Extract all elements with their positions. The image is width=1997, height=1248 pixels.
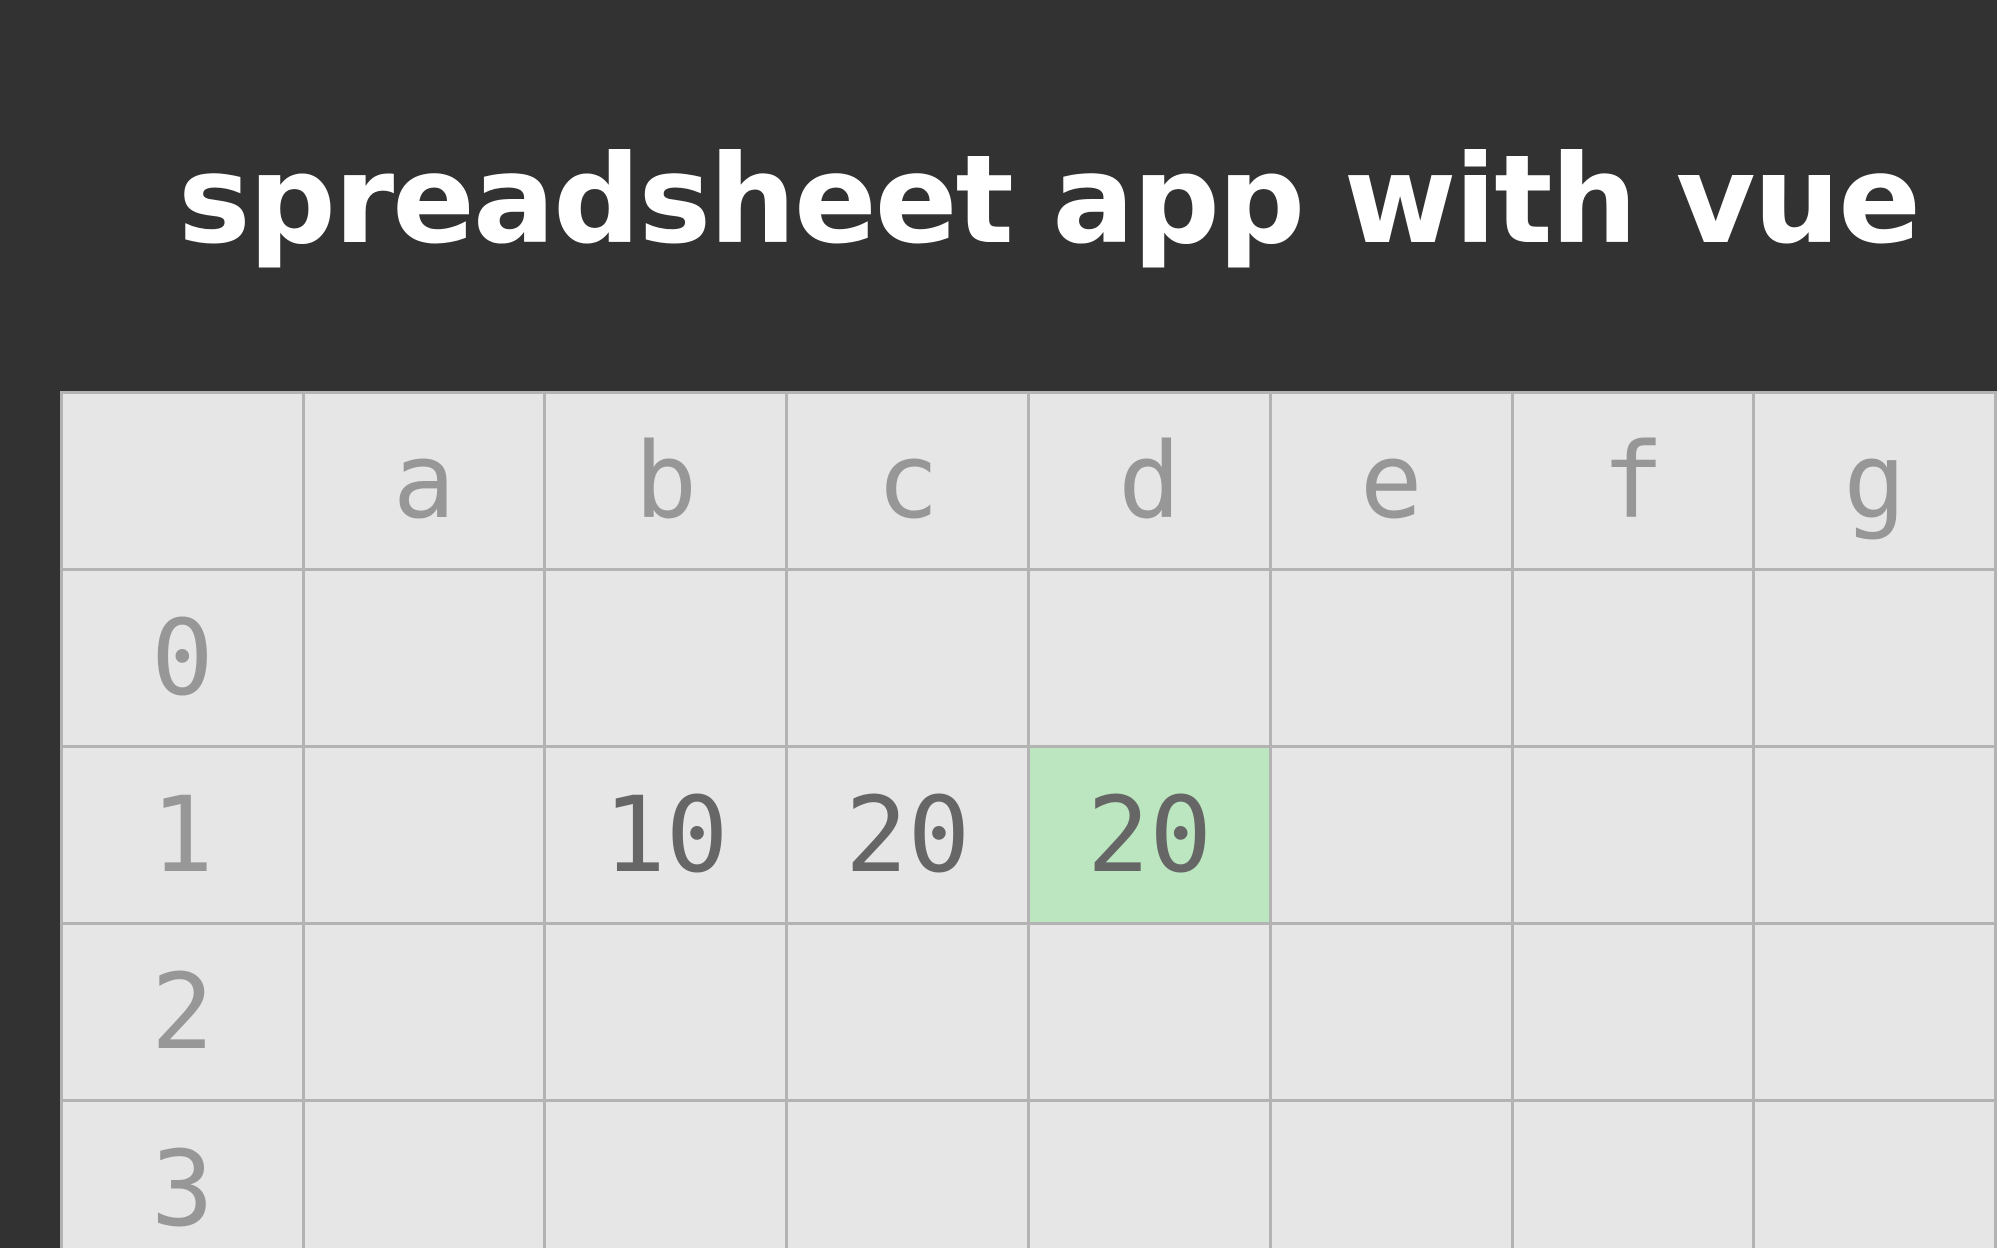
cell-a3[interactable] [301, 1099, 547, 1248]
cell-c0[interactable] [785, 568, 1031, 748]
column-header-f[interactable]: f [1510, 391, 1756, 571]
table-row: 2 [60, 922, 1997, 1102]
row-header-2[interactable]: 2 [60, 922, 305, 1102]
cell-c1[interactable]: 20 [785, 745, 1031, 925]
column-header-b[interactable]: b [543, 391, 789, 571]
cell-e2[interactable] [1268, 922, 1514, 1102]
corner-cell[interactable] [60, 391, 305, 571]
table-row: 1 10 20 20 [60, 745, 1997, 925]
cell-e0[interactable] [1268, 568, 1514, 748]
cell-e1[interactable] [1268, 745, 1514, 925]
cell-f1[interactable] [1510, 745, 1756, 925]
cell-a0[interactable] [301, 568, 547, 748]
column-header-d[interactable]: d [1027, 391, 1272, 571]
cell-g2[interactable] [1752, 922, 1997, 1102]
cell-f0[interactable] [1510, 568, 1756, 748]
spreadsheet-table: a b c d e f g 0 1 10 20 20 2 3 [60, 391, 1997, 1248]
cell-c2[interactable] [785, 922, 1031, 1102]
cell-b2[interactable] [543, 922, 789, 1102]
column-header-c[interactable]: c [785, 391, 1031, 571]
row-header-1[interactable]: 1 [60, 745, 305, 925]
cell-g0[interactable] [1752, 568, 1997, 748]
cell-c3[interactable] [785, 1099, 1031, 1248]
row-header-3[interactable]: 3 [60, 1099, 305, 1248]
column-header-g[interactable]: g [1752, 391, 1997, 571]
cell-g1[interactable] [1752, 745, 1997, 925]
cell-d1-selected[interactable]: 20 [1027, 745, 1272, 925]
table-row: 3 [60, 1099, 1997, 1248]
cell-f3[interactable] [1510, 1099, 1756, 1248]
cell-f2[interactable] [1510, 922, 1756, 1102]
column-header-row: a b c d e f g [60, 391, 1997, 571]
cell-b1[interactable]: 10 [543, 745, 789, 925]
cell-e3[interactable] [1268, 1099, 1514, 1248]
column-header-a[interactable]: a [301, 391, 547, 571]
cell-a2[interactable] [301, 922, 547, 1102]
page-title: spreadsheet app with vue [178, 129, 1921, 271]
cell-g3[interactable] [1752, 1099, 1997, 1248]
cell-d3[interactable] [1027, 1099, 1272, 1248]
cell-d0[interactable] [1027, 568, 1272, 748]
table-row: 0 [60, 568, 1997, 748]
column-header-e[interactable]: e [1268, 391, 1514, 571]
cell-b0[interactable] [543, 568, 789, 748]
row-header-0[interactable]: 0 [60, 568, 305, 748]
cell-b3[interactable] [543, 1099, 789, 1248]
spreadsheet-grid: a b c d e f g 0 1 10 20 20 2 3 [60, 391, 1997, 1248]
cell-d2[interactable] [1027, 922, 1272, 1102]
cell-a1[interactable] [301, 745, 547, 925]
